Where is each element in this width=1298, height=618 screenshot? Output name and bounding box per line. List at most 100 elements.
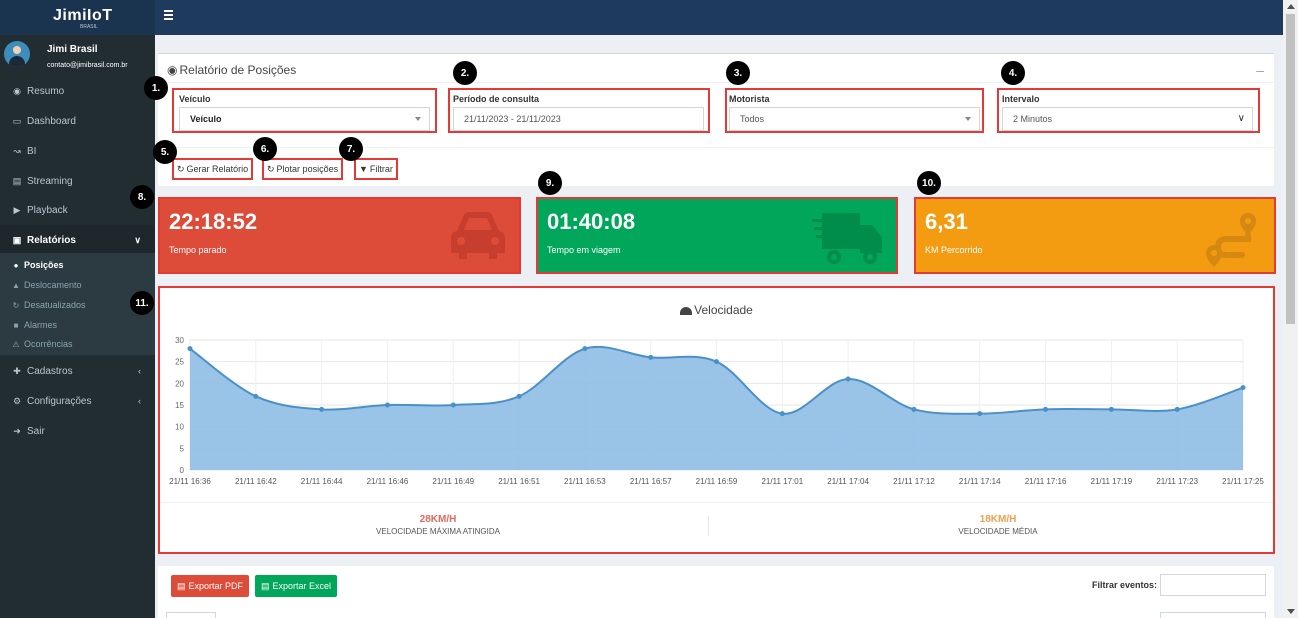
submenu-item-desatualizados[interactable]: ↻ Desatualizados	[11, 295, 86, 315]
sidebar-item-label: Dashboard	[27, 115, 76, 127]
submenu-item-label: Ocorrências	[24, 339, 73, 349]
collapse-button[interactable]: –	[1256, 62, 1264, 78]
excel-icon: ▤	[261, 580, 270, 591]
data-point	[1108, 406, 1114, 412]
period-label: Período de consulta	[453, 94, 540, 104]
filter-events-label: Filtrar eventos:	[1091, 580, 1157, 590]
x-tick-label: 21/11 17:23	[1156, 477, 1198, 486]
vehicle-select-value: Veículo	[190, 114, 222, 124]
stat-avg-label: VELOCIDADE MÉDIA	[958, 527, 1038, 536]
submenu-item-deslocamento[interactable]: ▲ Deslocamento	[11, 275, 82, 295]
sidebar-item-label: Configurações	[27, 395, 92, 407]
chevron-left-icon: ‹	[138, 366, 141, 376]
data-point	[319, 406, 325, 412]
driver-select[interactable]: Todos	[729, 107, 980, 131]
filter-events-input[interactable]	[1160, 574, 1266, 596]
kpi-label: Tempo parado	[169, 245, 227, 255]
dropdown-arrow-icon	[415, 117, 421, 121]
sidebar-item-dashboard[interactable]: ▭ Dashboard	[0, 106, 155, 136]
sidebar-item-resumo[interactable]: ◉ Resumo	[0, 76, 155, 106]
x-tick-label: 21/11 16:42	[235, 477, 277, 486]
page-size-select[interactable]	[166, 612, 216, 618]
stat-avg-speed: 18KM/H VELOCIDADE MÉDIA	[898, 514, 1098, 536]
sidebar-item-bi[interactable]: ↝ BI	[0, 136, 155, 166]
kpi-value: 01:40:08	[547, 209, 636, 234]
sidebar-item-relatorios[interactable]: ▣ Relatórios ∨	[0, 225, 155, 255]
kpi-km-traveled: 6,31 KM Percorrido	[914, 197, 1276, 274]
brand-name: JimiIoT	[53, 7, 113, 24]
filter-icon: ▼	[359, 164, 368, 174]
x-tick-label: 21/11 16:46	[367, 477, 409, 486]
sidebar-item-label: Streaming	[27, 175, 73, 187]
filter-label: Filtrar	[369, 164, 393, 174]
sidebar-item-cadastros[interactable]: ✚ Cadastros ‹	[0, 356, 155, 386]
export-pdf-button[interactable]: ▤ Exportar PDF	[171, 575, 250, 597]
scroll-up-icon[interactable]	[1287, 4, 1295, 9]
divider	[158, 147, 1274, 148]
x-tick-label: 21/11 16:49	[432, 477, 474, 486]
data-point	[384, 402, 390, 408]
top-navbar: JimiIoT BRASIL	[0, 0, 1283, 35]
car-icon	[451, 212, 505, 259]
play-icon: ▶	[13, 204, 21, 215]
vertical-scrollbar[interactable]	[1283, 0, 1298, 618]
data-point	[1240, 385, 1246, 391]
export-excel-label: Exportar Excel	[272, 581, 332, 591]
x-tick-label: 21/11 17:12	[893, 477, 935, 486]
stat-max-label: VELOCIDADE MÁXIMA ATINGIDA	[376, 527, 500, 536]
data-point	[779, 411, 785, 417]
x-tick-label: 21/11 17:14	[959, 477, 1001, 486]
users-icon: ◉	[13, 85, 21, 96]
dropdown-arrow-icon	[965, 117, 971, 121]
search-input[interactable]	[1160, 612, 1266, 618]
data-point	[648, 354, 654, 360]
data-point	[845, 376, 851, 382]
submenu-item-ocorrencias[interactable]: ⚠ Ocorrências	[11, 334, 73, 354]
scroll-down-icon[interactable]	[1287, 609, 1295, 614]
data-point	[714, 359, 719, 365]
report-title: Relatório de Posições	[179, 63, 297, 77]
vehicle-label: Veículo	[179, 94, 211, 104]
data-point	[450, 402, 456, 408]
plot-positions-label: Plotar posições	[276, 164, 339, 174]
marker-8: 8.	[130, 185, 154, 209]
submenu-item-alarmes[interactable]: ■ Alarmes	[11, 315, 57, 335]
speed-chart-box: Velocidade 0 5 10 15 20 25 30 21/11 16:36 21/11 …	[158, 286, 1275, 554]
speed-chart: 0 5 10 15 20 25 30 21/11 16:36 21/11 16:42 21/11 …	[169, 336, 1264, 486]
scroll-thumb[interactable]	[1286, 14, 1295, 324]
desktop-icon: ▭	[12, 115, 22, 126]
gear-icon: ⚙	[12, 395, 22, 406]
y-tick-label: 25	[175, 358, 184, 367]
plot-positions-button[interactable]: ↻ Plotar posições	[262, 158, 344, 180]
truck-icon	[812, 213, 882, 264]
submenu-item-posicoes[interactable]: ● Posições	[11, 255, 64, 275]
period-input[interactable]: 21/11/2023 - 21/11/2023	[453, 107, 704, 131]
sidebar-item-configuracoes[interactable]: ⚙ Configurações ‹	[0, 386, 155, 416]
y-tick-label: 10	[175, 423, 184, 432]
export-excel-button[interactable]: ▤ Exportar Excel	[255, 575, 338, 597]
sidebar-item-label: Playback	[27, 204, 68, 216]
logo[interactable]: JimiIoT BRASIL	[0, 0, 155, 35]
divider	[160, 502, 1273, 503]
kpi-value: 6,31	[925, 209, 968, 234]
pdf-icon: ▤	[177, 580, 186, 591]
page-title: ◉ Relatório de Posições	[167, 63, 296, 77]
refresh-icon: ↻	[12, 300, 20, 310]
sidebar-item-label: Sair	[27, 425, 45, 437]
interval-select-value: 2 Minutos	[1013, 114, 1053, 124]
vehicle-select[interactable]: Veículo	[179, 107, 430, 131]
generate-report-button[interactable]: ↻ Gerar Relatório	[172, 158, 254, 180]
route-icon	[1206, 213, 1256, 267]
sidebar-item-sair[interactable]: ➜ Sair	[0, 416, 155, 446]
filter-button[interactable]: ▼ Filtrar	[354, 158, 398, 180]
menu-toggle-icon[interactable]	[164, 10, 173, 20]
submenu-item-label: Alarmes	[24, 320, 58, 330]
avatar	[4, 41, 30, 67]
file-icon: ▣	[12, 234, 22, 245]
marker-10: 10.	[917, 171, 941, 195]
x-tick-label: 21/11 17:16	[1025, 477, 1067, 486]
user-panel: Jimi Brasil contato@jimibrasil.com.br	[0, 35, 155, 75]
interval-select[interactable]: 2 Minutos ∨	[1002, 107, 1253, 131]
data-point	[516, 393, 522, 399]
x-tick-label: 21/11 16:53	[564, 477, 606, 486]
